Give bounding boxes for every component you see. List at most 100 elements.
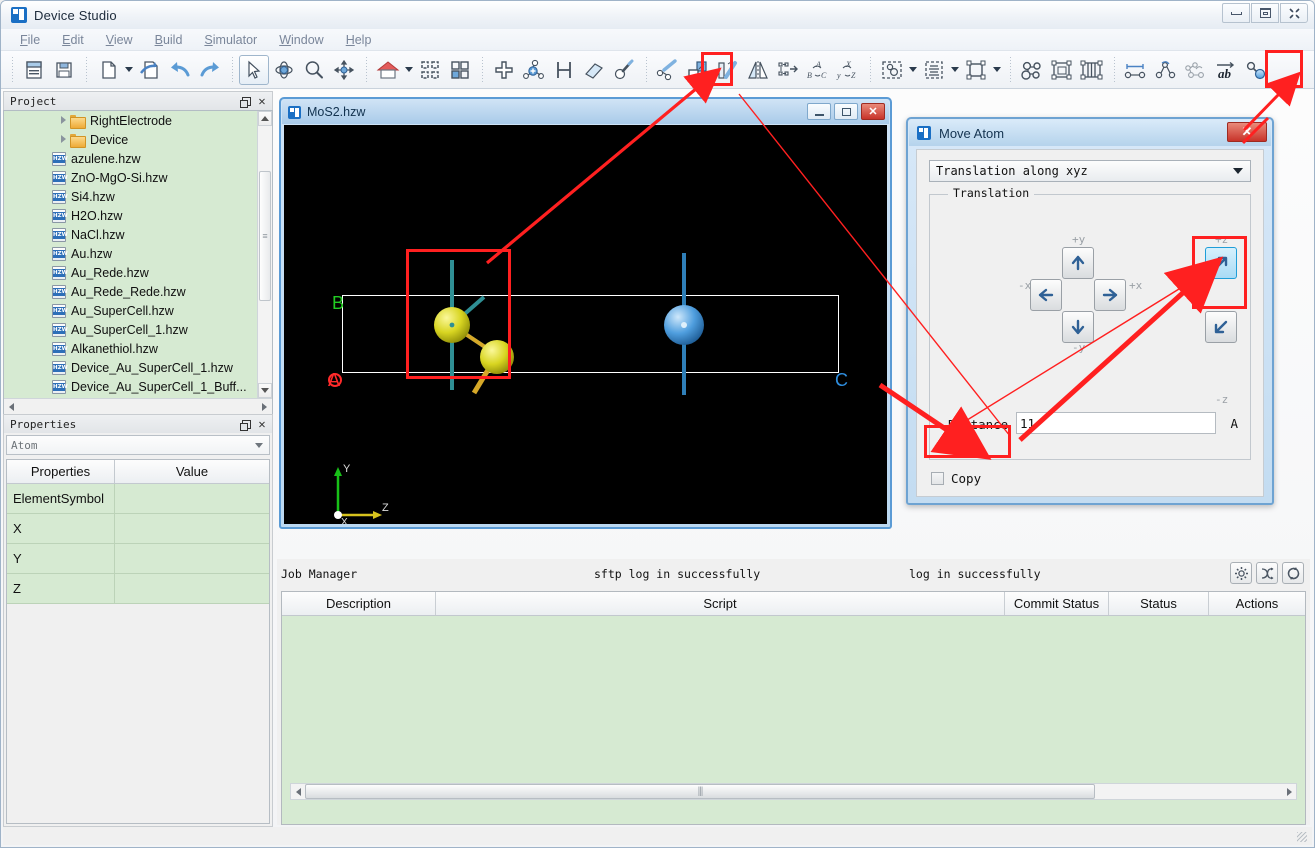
shuffle-icon[interactable] bbox=[1256, 562, 1278, 584]
import-file-icon[interactable] bbox=[135, 55, 165, 85]
measure-distance-icon[interactable] bbox=[1121, 55, 1151, 85]
property-value[interactable] bbox=[115, 484, 269, 513]
menu-edit[interactable]: Edit bbox=[51, 31, 95, 49]
scroll-right-button[interactable] bbox=[1282, 784, 1296, 799]
home-view-dropdown-icon[interactable] bbox=[403, 55, 415, 85]
tree-item-device[interactable]: Device bbox=[4, 130, 257, 149]
copy-checkbox[interactable] bbox=[931, 472, 944, 485]
distance-input[interactable]: 11 bbox=[1016, 412, 1216, 434]
pan-tool-icon[interactable] bbox=[329, 55, 359, 85]
mirror-icon[interactable] bbox=[743, 55, 773, 85]
translate-down-button[interactable] bbox=[1062, 311, 1094, 343]
property-value[interactable] bbox=[115, 544, 269, 573]
float-icon[interactable] bbox=[240, 95, 252, 107]
scroll-thumb[interactable] bbox=[259, 171, 271, 301]
resize-grip[interactable] bbox=[1297, 832, 1307, 842]
move-atom-close-button[interactable]: ✕ bbox=[1227, 122, 1267, 142]
scroll-up-button[interactable] bbox=[258, 111, 272, 126]
new-file-dropdown-icon[interactable] bbox=[123, 55, 135, 85]
eraser-icon[interactable] bbox=[579, 55, 609, 85]
tree-item-au-supercell-1[interactable]: Au_SuperCell_1.hzw bbox=[4, 320, 257, 339]
scroll-track[interactable] bbox=[19, 399, 257, 414]
translate-plus-z-button[interactable] bbox=[1205, 247, 1237, 279]
transform-icon[interactable] bbox=[773, 55, 803, 85]
new-file-icon[interactable] bbox=[93, 55, 123, 85]
move-atom-title-bar[interactable]: Move Atom ✕ bbox=[909, 120, 1271, 146]
vector-label-icon[interactable]: ab bbox=[1211, 55, 1241, 85]
redo-icon[interactable] bbox=[195, 55, 225, 85]
tree-item-zno-mgo-si[interactable]: ZnO-MgO-Si.hzw bbox=[4, 168, 257, 187]
mdi-minimize-button[interactable] bbox=[807, 103, 831, 120]
scroll-right-button[interactable] bbox=[257, 399, 272, 414]
align-dropdown-icon[interactable] bbox=[949, 55, 961, 85]
save-icon[interactable] bbox=[49, 55, 79, 85]
property-row-z[interactable]: Z bbox=[7, 574, 269, 604]
tree-item-azulene[interactable]: azulene.hzw bbox=[4, 149, 257, 168]
properties-object-selector[interactable]: Atom bbox=[6, 435, 270, 455]
measure-angle-icon[interactable] bbox=[1151, 55, 1181, 85]
bounding-box-icon[interactable] bbox=[961, 55, 991, 85]
tree-item-au-rede[interactable]: Au_Rede.hzw bbox=[4, 263, 257, 282]
home-view-icon[interactable] bbox=[373, 55, 403, 85]
ball-stick-style-icon[interactable] bbox=[1017, 55, 1047, 85]
project-vertical-scrollbar[interactable] bbox=[257, 111, 272, 398]
property-value[interactable] bbox=[115, 574, 269, 603]
float-icon[interactable] bbox=[240, 418, 252, 430]
job-manager-horizontal-scrollbar[interactable]: ||| bbox=[290, 783, 1297, 800]
open-project-icon[interactable] bbox=[19, 55, 49, 85]
scroll-down-button[interactable] bbox=[258, 383, 272, 398]
settings-gear-icon[interactable] bbox=[1230, 562, 1252, 584]
translate-up-button[interactable] bbox=[1062, 247, 1094, 279]
scroll-left-button[interactable] bbox=[4, 399, 19, 414]
measure-dihedral-icon[interactable] bbox=[1181, 55, 1211, 85]
column-header-commit-status[interactable]: Commit Status bbox=[1005, 592, 1109, 615]
mdi-maximize-button[interactable] bbox=[834, 103, 858, 120]
pick-tool-icon[interactable] bbox=[609, 55, 639, 85]
bounding-box-dropdown-icon[interactable] bbox=[991, 55, 1003, 85]
xyz-axes-icon[interactable]: XyZ bbox=[833, 55, 863, 85]
molecule-viewport[interactable]: B C A bbox=[284, 125, 887, 524]
scroll-thumb[interactable]: ||| bbox=[305, 784, 1095, 799]
tile-view-icon[interactable] bbox=[445, 55, 475, 85]
fit-view-icon[interactable] bbox=[415, 55, 445, 85]
supercell-icon[interactable] bbox=[683, 55, 713, 85]
menu-build[interactable]: Build bbox=[144, 31, 194, 49]
minimize-button[interactable] bbox=[1222, 3, 1250, 23]
property-row-y[interactable]: Y bbox=[7, 544, 269, 574]
selection-group-icon[interactable] bbox=[877, 55, 907, 85]
tree-item-au-supercell[interactable]: Au_SuperCell.hzw bbox=[4, 301, 257, 320]
refresh-icon[interactable] bbox=[1282, 562, 1304, 584]
menu-file[interactable]: FFileile bbox=[9, 31, 51, 49]
bond-tool-icon[interactable] bbox=[653, 55, 683, 85]
close-icon[interactable]: ✕ bbox=[256, 418, 268, 430]
column-header-status[interactable]: Status bbox=[1109, 592, 1209, 615]
project-tree[interactable]: RightElectrode Device azulene.hzw bbox=[3, 110, 273, 415]
copy-checkbox-row[interactable]: Copy bbox=[931, 471, 981, 486]
tree-item-h2o[interactable]: H2O.hzw bbox=[4, 206, 257, 225]
polyhedra-style-icon[interactable] bbox=[1077, 55, 1107, 85]
selection-group-dropdown-icon[interactable] bbox=[907, 55, 919, 85]
tree-item-nacl[interactable]: NaCl.hzw bbox=[4, 225, 257, 244]
project-horizontal-scrollbar[interactable] bbox=[4, 398, 272, 414]
column-header-script[interactable]: Script bbox=[436, 592, 1005, 615]
translation-mode-select[interactable]: Translation along xyz bbox=[929, 160, 1251, 182]
column-header-actions[interactable]: Actions bbox=[1209, 592, 1305, 615]
add-atom-icon[interactable] bbox=[489, 55, 519, 85]
column-header-description[interactable]: Description bbox=[282, 592, 436, 615]
translate-left-button[interactable] bbox=[1030, 279, 1062, 311]
close-icon[interactable]: ✕ bbox=[256, 95, 268, 107]
move-atom-icon[interactable] bbox=[1241, 55, 1271, 85]
tree-item-alkanethiol[interactable]: Alkanethiol.hzw bbox=[4, 339, 257, 358]
tree-item-rightelectrode[interactable]: RightElectrode bbox=[4, 111, 257, 130]
property-value[interactable] bbox=[115, 514, 269, 543]
abc-axes-icon[interactable]: ABC bbox=[803, 55, 833, 85]
add-molecule-icon[interactable] bbox=[519, 55, 549, 85]
tree-item-au-rede-rede[interactable]: Au_Rede_Rede.hzw bbox=[4, 282, 257, 301]
undo-icon[interactable] bbox=[165, 55, 195, 85]
menu-help[interactable]: Help bbox=[335, 31, 383, 49]
mdi-close-button[interactable]: ✕ bbox=[861, 103, 885, 120]
menu-window[interactable]: Window bbox=[268, 31, 334, 49]
scroll-left-button[interactable] bbox=[291, 784, 305, 799]
add-hydrogen-icon[interactable] bbox=[549, 55, 579, 85]
maximize-button[interactable] bbox=[1251, 3, 1279, 23]
